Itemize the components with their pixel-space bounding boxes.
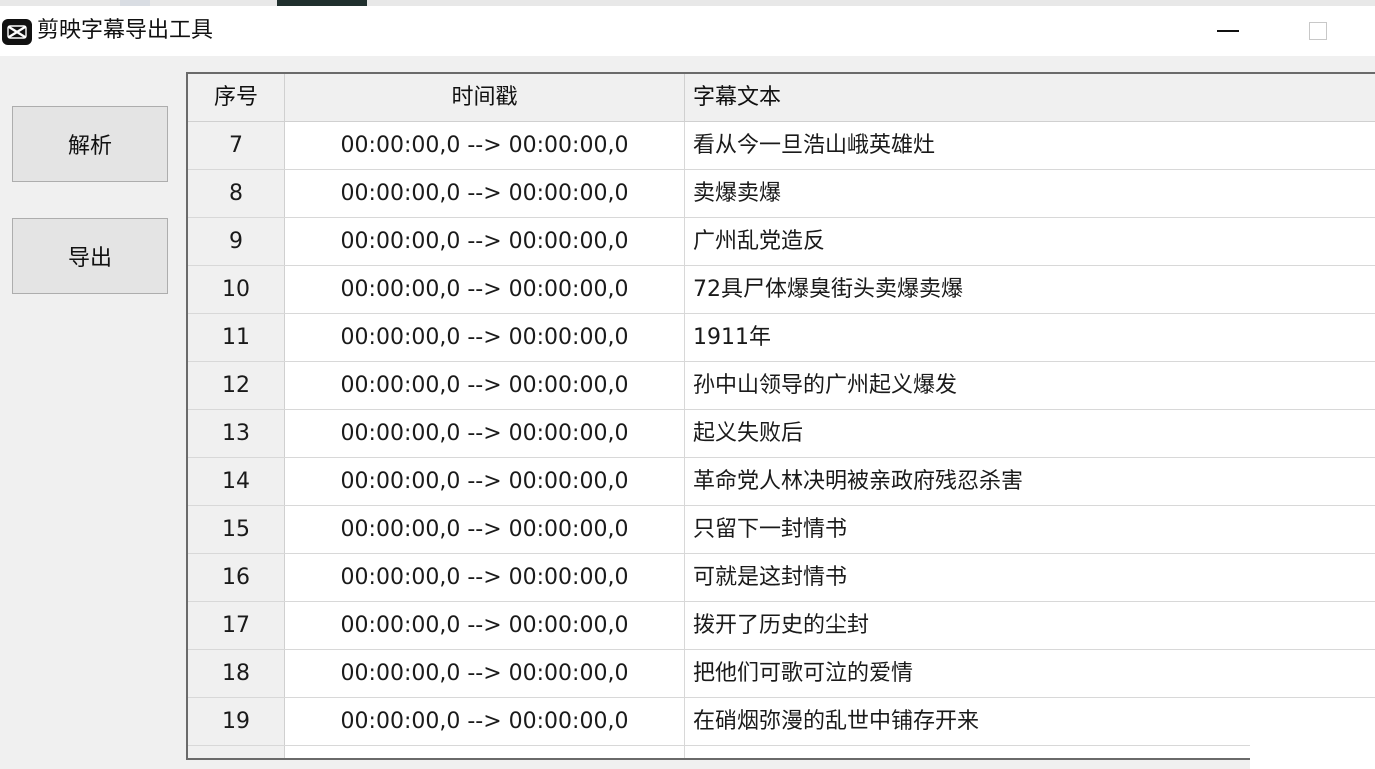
cell-index: 10 <box>188 266 285 313</box>
table-row[interactable]: 8 00:00:00,0 --> 00:00:00,0 卖爆卖爆 <box>188 170 1375 218</box>
table-row[interactable]: 17 00:00:00,0 --> 00:00:00,0 拨开了历史的尘封 <box>188 602 1375 650</box>
cell-text: 看从今一旦浩山峨英雄灶 <box>693 133 936 158</box>
cell-timestamp: 00:00:00,0 --> 00:00:00,0 <box>285 698 685 745</box>
table-header: 序号 时间戳 字幕文本 <box>188 74 1375 122</box>
cell-index: 7 <box>188 122 285 169</box>
table-row[interactable]: 16 00:00:00,0 --> 00:00:00,0 可就是这封情书 <box>188 554 1375 602</box>
table-row-partial[interactable] <box>188 746 1375 758</box>
table-row[interactable]: 14 00:00:00,0 --> 00:00:00,0 革命党人林决明被亲政府… <box>188 458 1375 506</box>
cell-text: 72具尸体爆臭街头卖爆卖爆 <box>693 277 963 302</box>
cell-text: 只留下一封情书 <box>693 517 848 542</box>
table-row[interactable]: 13 00:00:00,0 --> 00:00:00,0 起义失败后 <box>188 410 1375 458</box>
cell-index: 15 <box>188 506 285 553</box>
table-row[interactable]: 7 00:00:00,0 --> 00:00:00,0 看从今一旦浩山峨英雄灶 <box>188 122 1375 170</box>
cell-timestamp: 00:00:00,0 --> 00:00:00,0 <box>285 506 685 553</box>
cell-timestamp: 00:00:00,0 --> 00:00:00,0 <box>285 218 685 265</box>
cell-timestamp: 00:00:00,0 --> 00:00:00,0 <box>285 170 685 217</box>
table-row[interactable]: 15 00:00:00,0 --> 00:00:00,0 只留下一封情书 <box>188 506 1375 554</box>
cell-text: 孙中山领导的广州起义爆发 <box>693 373 958 398</box>
cell-index: 17 <box>188 602 285 649</box>
cell-text: 广州乱党造反 <box>693 229 826 254</box>
table-row[interactable]: 9 00:00:00,0 --> 00:00:00,0 广州乱党造反 <box>188 218 1375 266</box>
cell-timestamp: 00:00:00,0 --> 00:00:00,0 <box>285 650 685 697</box>
cell-index: 14 <box>188 458 285 505</box>
cell-timestamp: 00:00:00,0 --> 00:00:00,0 <box>285 458 685 505</box>
column-header-index[interactable]: 序号 <box>188 74 285 122</box>
cell-index: 9 <box>188 218 285 265</box>
parse-button[interactable]: 解析 <box>12 106 168 182</box>
cell-timestamp: 00:00:00,0 --> 00:00:00,0 <box>285 314 685 361</box>
title-bar: 剪映字幕导出工具 <box>0 6 1375 56</box>
window-title: 剪映字幕导出工具 <box>37 18 214 43</box>
cell-timestamp: 00:00:00,0 --> 00:00:00,0 <box>285 554 685 601</box>
export-button[interactable]: 导出 <box>12 218 168 294</box>
column-header-text[interactable]: 字幕文本 <box>685 74 1375 122</box>
cell-text: 可就是这封情书 <box>693 565 848 590</box>
table-row[interactable]: 11 00:00:00,0 --> 00:00:00,0 1911年 <box>188 314 1375 362</box>
maximize-icon <box>1309 22 1327 40</box>
maximize-button[interactable] <box>1295 13 1341 49</box>
cell-index: 16 <box>188 554 285 601</box>
subtitle-table[interactable]: 序号 时间戳 字幕文本 7 00:00:00,0 --> 00:00:00,0 … <box>186 72 1375 760</box>
cell-index <box>188 746 285 758</box>
table-row[interactable]: 12 00:00:00,0 --> 00:00:00,0 孙中山领导的广州起义爆… <box>188 362 1375 410</box>
minimize-icon <box>1217 30 1239 32</box>
capcut-app-icon <box>2 19 32 45</box>
cell-index: 19 <box>188 698 285 745</box>
cell-timestamp: 00:00:00,0 --> 00:00:00,0 <box>285 362 685 409</box>
cell-text: 把他们可歌可泣的爱情 <box>693 661 914 686</box>
cell-text: 1911年 <box>693 325 771 350</box>
table-row[interactable]: 18 00:00:00,0 --> 00:00:00,0 把他们可歌可泣的爱情 <box>188 650 1375 698</box>
cell-index: 18 <box>188 650 285 697</box>
minimize-button[interactable] <box>1205 13 1251 49</box>
column-header-timestamp[interactable]: 时间戳 <box>285 74 685 122</box>
cell-text: 卖爆卖爆 <box>693 181 782 206</box>
cell-timestamp: 00:00:00,0 --> 00:00:00,0 <box>285 122 685 169</box>
cell-timestamp: 00:00:00,0 --> 00:00:00,0 <box>285 410 685 457</box>
resize-corner <box>1250 742 1375 769</box>
cell-index: 12 <box>188 362 285 409</box>
cell-text: 革命党人林决明被亲政府残忍杀害 <box>693 469 1024 494</box>
cell-index: 8 <box>188 170 285 217</box>
cell-text: 拨开了历史的尘封 <box>693 613 870 638</box>
table-row[interactable]: 10 00:00:00,0 --> 00:00:00,0 72具尸体爆臭街头卖爆… <box>188 266 1375 314</box>
cell-timestamp: 00:00:00,0 --> 00:00:00,0 <box>285 602 685 649</box>
table-row[interactable]: 19 00:00:00,0 --> 00:00:00,0 在硝烟弥漫的乱世中铺存… <box>188 698 1375 746</box>
cell-text: 在硝烟弥漫的乱世中铺存开来 <box>693 709 980 734</box>
table-body: 7 00:00:00,0 --> 00:00:00,0 看从今一旦浩山峨英雄灶 … <box>188 122 1375 758</box>
cell-timestamp <box>285 746 685 758</box>
cell-index: 13 <box>188 410 285 457</box>
cell-index: 11 <box>188 314 285 361</box>
cell-text: 起义失败后 <box>693 421 804 446</box>
cell-timestamp: 00:00:00,0 --> 00:00:00,0 <box>285 266 685 313</box>
